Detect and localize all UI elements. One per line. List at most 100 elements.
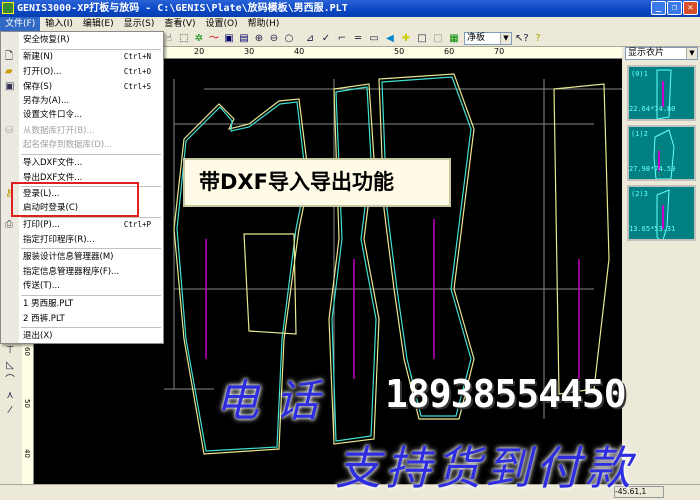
menu-item-set-password[interactable]: 设置文件口令... xyxy=(23,108,161,122)
printer-icon: ⎙ xyxy=(5,219,13,230)
mode-select[interactable]: 净板 ▼ xyxy=(464,32,512,45)
frame-icon[interactable]: ▭ xyxy=(368,33,380,45)
menu-item-import-dxf[interactable]: 导入DXF文件... xyxy=(23,156,161,170)
menu-item-label: 打开(O)... xyxy=(23,67,62,77)
menu-item-exit[interactable]: 退出(X) xyxy=(23,329,161,343)
menu-item-open[interactable]: 打开(O)... Ctrl+O xyxy=(23,65,161,79)
zoom-in-icon[interactable]: ⊕ xyxy=(253,33,265,45)
menu-item-print[interactable]: 打印(P)... Ctrl+P xyxy=(23,218,161,232)
menu-item-print-program[interactable]: 指定打印程序(R)... xyxy=(23,233,161,247)
ruler-tick: 60 xyxy=(444,47,455,56)
piece-thumbnail[interactable]: (1)2 27.98*74.59 xyxy=(627,125,696,181)
menu-item-recent-1[interactable]: 1 男西服.PLT xyxy=(23,297,161,311)
ruler-tool-icon[interactable]: ⁄ xyxy=(4,405,16,417)
menu-file[interactable]: 文件(F) xyxy=(0,17,41,31)
mode-select-value: 净板 xyxy=(467,33,486,43)
help-icon[interactable]: ? xyxy=(532,33,544,45)
curve-icon[interactable]: 〜 xyxy=(208,33,220,45)
menu-item-label: 保存(S) xyxy=(23,82,53,92)
menu-item-save-as[interactable]: 另存为(A)... xyxy=(23,94,161,108)
menu-item-info-manager[interactable]: 服装设计信息管理器(M) xyxy=(23,250,161,264)
payment-watermark: 支持货到付款 xyxy=(335,441,635,495)
arc-icon[interactable]: ⌒ xyxy=(4,375,16,387)
chevron-down-icon: ▼ xyxy=(500,33,511,44)
menu-item-label: 新建(N) xyxy=(23,52,53,62)
menu-item-info-manager-program[interactable]: 指定信息管理器程序(F)... xyxy=(23,265,161,279)
menu-item-save-db: 起名保存到数据库(D)... xyxy=(23,138,161,152)
menu-item-label: 2 西裤.PLT xyxy=(23,314,65,324)
feature-banner: 带DXF导入导出功能 xyxy=(183,158,451,207)
menu-input[interactable]: 输入(I) xyxy=(40,17,78,31)
grain-icon[interactable]: ✚ xyxy=(400,33,412,45)
piece-size: 13.65*53.31 xyxy=(629,225,676,233)
phone-number-watermark: 18938554450 xyxy=(385,372,627,416)
menu-item-label: 另存为(A)... xyxy=(23,96,70,106)
menu-item-recover[interactable]: 安全恢复(R) xyxy=(23,33,161,47)
menu-view[interactable]: 查看(V) xyxy=(159,17,200,31)
export-icon[interactable]: ◀ xyxy=(384,33,396,45)
panel-select[interactable]: 显示衣片 ▼ xyxy=(625,47,698,60)
menu-item-label: 打印(P)... xyxy=(23,220,60,230)
menu-edit[interactable]: 编辑(E) xyxy=(78,17,119,31)
piece-size: 22.64*74.80 xyxy=(629,105,676,113)
box-icon[interactable]: □ xyxy=(416,33,428,45)
piece-name: (0)1 xyxy=(631,70,648,78)
zoom-icon[interactable]: ○ xyxy=(283,33,295,45)
menu-item-new[interactable]: 新建(N) Ctrl+N xyxy=(23,50,161,64)
dxf-highlight-box xyxy=(11,182,139,217)
menu-item-label: 退出(X) xyxy=(23,331,53,341)
app-icon xyxy=(2,2,14,14)
piece-panel: 显示衣片 ▼ (0)1 22.64*74.80 (1)2 27.98*74.59 … xyxy=(623,47,700,484)
menu-item-label: 1 男西服.PLT xyxy=(23,299,74,309)
piece-size: 27.98*74.59 xyxy=(629,165,676,173)
menu-item-recent-2[interactable]: 2 西裤.PLT xyxy=(23,312,161,326)
compass-icon[interactable]: ⋏ xyxy=(4,390,16,402)
piece-name: (1)2 xyxy=(631,130,648,138)
new-file-icon: 🗋 xyxy=(5,51,14,62)
context-help-icon[interactable]: ↖? xyxy=(515,33,529,45)
check-icon[interactable]: ✓ xyxy=(320,33,332,45)
piece-thumbnail[interactable]: (0)1 22.64*74.80 xyxy=(627,65,696,121)
title-bar: GENIS3000-XP打板与放码 - C:\GENIS\Plate\放码模板\… xyxy=(0,0,700,17)
ruler-tick: 30 xyxy=(244,47,255,56)
menu-shortcut: Ctrl+O xyxy=(123,67,151,76)
ruler-tick: 60 xyxy=(23,347,31,356)
line-icon[interactable]: ═ xyxy=(352,33,364,45)
ruler-tick: 50 xyxy=(394,47,405,56)
menu-item-label: 设置文件口令... xyxy=(23,110,83,120)
menu-display[interactable]: 显示(S) xyxy=(119,17,160,31)
restore-button[interactable]: ❐ xyxy=(667,1,682,15)
ruler-tick: 70 xyxy=(494,47,505,56)
menu-bar: 文件(F) 输入(I) 编辑(E) 显示(S) 查看(V) 设置(O) 帮助(H… xyxy=(0,17,700,31)
point-icon[interactable]: ✲ xyxy=(193,33,205,45)
menu-item-save[interactable]: 保存(S) Ctrl+S xyxy=(23,80,161,94)
t-square-icon[interactable]: ⊤ xyxy=(4,345,16,357)
menu-settings[interactable]: 设置(O) xyxy=(201,17,243,31)
window-title: GENIS3000-XP打板与放码 - C:\GENIS\Plate\放码模板\… xyxy=(17,3,348,14)
box-disabled-icon[interactable]: □ xyxy=(432,33,444,45)
triangle-icon[interactable]: ◺ xyxy=(4,360,16,372)
piece-thumbnail[interactable]: (2)3 13.65*53.31 xyxy=(627,185,696,241)
minimize-button[interactable]: _ xyxy=(651,1,666,15)
menu-shortcut: Ctrl+S xyxy=(123,82,151,91)
open-folder-icon: ▰ xyxy=(5,66,13,77)
save-icon: ▣ xyxy=(5,81,15,92)
ruler-tick: 40 xyxy=(23,449,31,458)
hand-icon[interactable]: ☝ xyxy=(163,33,175,45)
select-icon[interactable]: ⬚ xyxy=(178,33,190,45)
piece-icon[interactable]: ⌐ xyxy=(336,33,348,45)
menu-help[interactable]: 帮助(H) xyxy=(243,17,285,31)
zoom-out-icon[interactable]: ⊖ xyxy=(268,33,280,45)
measure-icon[interactable]: ⊿ xyxy=(304,33,316,45)
grade-icon[interactable]: ▦ xyxy=(448,33,460,45)
menu-item-label: 从数据库打开(B)... xyxy=(23,126,95,136)
pocket-outline xyxy=(243,233,297,335)
fit-window-icon[interactable]: ▣ xyxy=(223,33,235,45)
back-piece-outline xyxy=(378,73,475,420)
menu-item-label: 传送(T)... xyxy=(23,281,60,291)
full-view-icon[interactable]: ▤ xyxy=(238,33,250,45)
close-button[interactable]: ✕ xyxy=(683,1,698,15)
file-menu: 安全恢复(R) 🗋 新建(N) Ctrl+N ▰ 打开(O)... Ctrl+O ▣… xyxy=(0,31,164,344)
menu-shortcut: Ctrl+N xyxy=(123,52,151,61)
menu-item-send[interactable]: 传送(T)... xyxy=(23,279,161,293)
